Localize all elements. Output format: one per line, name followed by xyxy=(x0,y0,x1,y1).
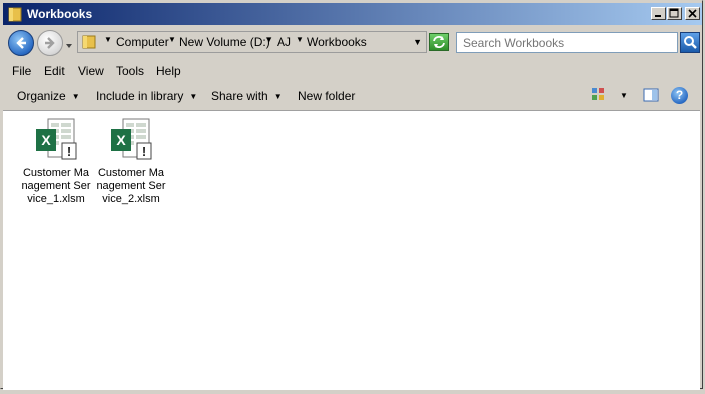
excel-macro-icon: X ! xyxy=(111,118,152,160)
address-dropdown-icon[interactable]: ▼ xyxy=(413,37,422,47)
search-input[interactable] xyxy=(457,33,675,52)
file-list[interactable]: X ! Customer Management Service_1.xlsm X… xyxy=(3,110,700,390)
address-bar: ▼ Computer ▼ New Volume (D:) ▼ AJ ▼ Work… xyxy=(3,27,702,59)
folder-icon xyxy=(82,35,96,52)
change-view-icon[interactable] xyxy=(591,87,607,103)
menu-bar: File Edit View Tools Help xyxy=(3,60,702,82)
file-name: Customer Management Service_2.xlsm xyxy=(96,167,166,205)
maximize-button[interactable] xyxy=(667,7,682,20)
explorer-window: Workbooks ▼ Computer ▼ New Volume (D:) ▼… xyxy=(0,0,703,390)
organize-label: Organize xyxy=(17,89,66,103)
minimize-button[interactable] xyxy=(651,7,666,20)
svg-text:X: X xyxy=(116,132,126,148)
menu-file[interactable]: File xyxy=(12,64,31,78)
back-button[interactable] xyxy=(8,30,34,56)
close-button[interactable] xyxy=(685,7,700,20)
breadcrumb-computer[interactable]: Computer xyxy=(116,35,169,49)
search-field[interactable] xyxy=(456,32,678,53)
new-folder-button[interactable]: New folder xyxy=(298,89,355,103)
chevron-down-icon: ▼ xyxy=(273,92,282,101)
breadcrumb-new-volume[interactable]: New Volume (D:) xyxy=(179,35,270,49)
help-icon[interactable]: ? xyxy=(671,87,688,104)
chevron-down-icon[interactable]: ▼ xyxy=(296,35,304,44)
share-with-label: Share with xyxy=(211,89,268,103)
breadcrumb-aj[interactable]: AJ xyxy=(277,35,291,49)
forward-button[interactable] xyxy=(37,30,63,56)
organize-button[interactable]: Organize ▼ xyxy=(17,89,80,103)
search-button[interactable] xyxy=(680,32,700,53)
include-in-library-button[interactable]: Include in library ▼ xyxy=(96,89,197,103)
include-in-library-label: Include in library xyxy=(96,89,184,103)
menu-edit[interactable]: Edit xyxy=(44,64,65,78)
command-bar: Organize ▼ Include in library ▼ Share with… xyxy=(3,83,702,109)
chevron-down-icon: ▼ xyxy=(71,92,80,101)
svg-text:!: ! xyxy=(142,144,146,159)
address-path[interactable]: ▼ Computer ▼ New Volume (D:) ▼ AJ ▼ Work… xyxy=(77,31,427,53)
folder-icon xyxy=(8,6,22,22)
window-title: Workbooks xyxy=(27,7,93,21)
excel-macro-icon: X ! xyxy=(36,118,77,160)
preview-pane-icon[interactable] xyxy=(643,87,659,103)
chevron-down-icon[interactable]: ▼ xyxy=(104,35,112,44)
chevron-down-icon[interactable]: ▼ xyxy=(265,35,273,44)
search-icon xyxy=(684,36,697,49)
chevron-down-icon[interactable]: ▼ xyxy=(620,91,628,100)
file-item[interactable]: X ! Customer Management Service_1.xlsm xyxy=(20,117,92,206)
chevron-down-icon[interactable]: ▼ xyxy=(168,35,176,44)
share-with-button[interactable]: Share with ▼ xyxy=(211,89,282,103)
breadcrumb-workbooks[interactable]: Workbooks xyxy=(307,35,367,49)
title-bar[interactable]: Workbooks xyxy=(3,3,702,25)
svg-text:!: ! xyxy=(67,144,71,159)
menu-view[interactable]: View xyxy=(78,64,104,78)
file-name: Customer Management Service_1.xlsm xyxy=(21,167,91,205)
menu-help[interactable]: Help xyxy=(156,64,181,78)
menu-tools[interactable]: Tools xyxy=(116,64,144,78)
file-item[interactable]: X ! Customer Management Service_2.xlsm xyxy=(95,117,167,206)
refresh-button[interactable] xyxy=(429,33,449,51)
chevron-down-icon: ▼ xyxy=(189,92,198,101)
svg-text:X: X xyxy=(41,132,51,148)
history-dropdown-icon[interactable] xyxy=(65,39,73,48)
